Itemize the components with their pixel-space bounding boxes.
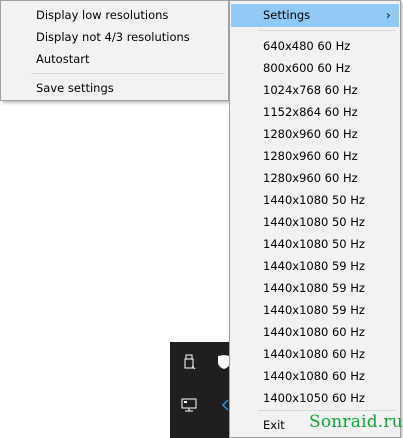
resolution-item[interactable]: 1440x1080 50 Hz	[231, 233, 399, 255]
resolution-item[interactable]: 1280x960 60 Hz	[231, 123, 399, 145]
resolution-item[interactable]: 640x480 60 Hz	[231, 35, 399, 57]
resolution-item[interactable]: 1440x1080 60 Hz	[231, 321, 399, 343]
menu-item-exit[interactable]: Exit	[231, 414, 301, 436]
resolution-item[interactable]: 1440x1080 59 Hz	[231, 299, 399, 321]
resolution-item[interactable]: 800x600 60 Hz	[231, 57, 399, 79]
menu-separator	[31, 73, 224, 74]
watermark-text: Sonraid.ru	[309, 412, 403, 432]
menu-separator	[258, 30, 396, 31]
resolution-item[interactable]: 1440x1080 60 Hz	[231, 365, 399, 387]
menu-item-save-settings[interactable]: Save settings	[2, 77, 227, 99]
menu-item-label: Autostart	[36, 52, 90, 66]
resolution-item[interactable]: 1440x1080 60 Hz	[231, 343, 399, 365]
menu-item-display-low-resolutions[interactable]: Display low resolutions	[2, 4, 227, 26]
resolution-item[interactable]: 1280x960 60 Hz	[231, 167, 399, 189]
context-menu: Display low resolutions Display not 4/3 …	[0, 0, 229, 101]
usb-icon[interactable]	[181, 354, 197, 370]
menu-item-display-not-4-3[interactable]: Display not 4/3 resolutions	[2, 26, 227, 48]
resolution-item[interactable]: 1440x1080 59 Hz	[231, 255, 399, 277]
resolution-item[interactable]: 1024x768 60 Hz	[231, 79, 399, 101]
menu-item-label: Display low resolutions	[36, 8, 169, 22]
resolution-item[interactable]: 1440x1080 59 Hz	[231, 277, 399, 299]
menu-item-label: Save settings	[36, 81, 114, 95]
menu-item-settings[interactable]: Settings ›	[231, 4, 399, 27]
settings-submenu: Settings › 640x480 60 Hz 800x600 60 Hz 1…	[229, 0, 401, 438]
resolution-item[interactable]: 1152x864 60 Hz	[231, 101, 399, 123]
network-icon[interactable]	[181, 397, 197, 413]
exit-label: Exit	[263, 418, 285, 432]
resolution-item[interactable]: 1280x960 60 Hz	[231, 145, 399, 167]
resolution-item[interactable]: 1400x1050 60 Hz	[231, 387, 399, 409]
menu-item-label: Display not 4/3 resolutions	[36, 30, 190, 44]
resolution-item[interactable]: 1440x1080 50 Hz	[231, 211, 399, 233]
chevron-right-icon: ›	[386, 8, 391, 22]
menu-item-autostart[interactable]: Autostart	[2, 48, 227, 70]
menu-separator	[258, 410, 396, 411]
settings-label: Settings	[263, 8, 311, 22]
resolution-list: 640x480 60 Hz 800x600 60 Hz 1024x768 60 …	[231, 35, 399, 409]
resolution-item[interactable]: 1440x1080 50 Hz	[231, 189, 399, 211]
taskbar-tray	[170, 342, 230, 438]
